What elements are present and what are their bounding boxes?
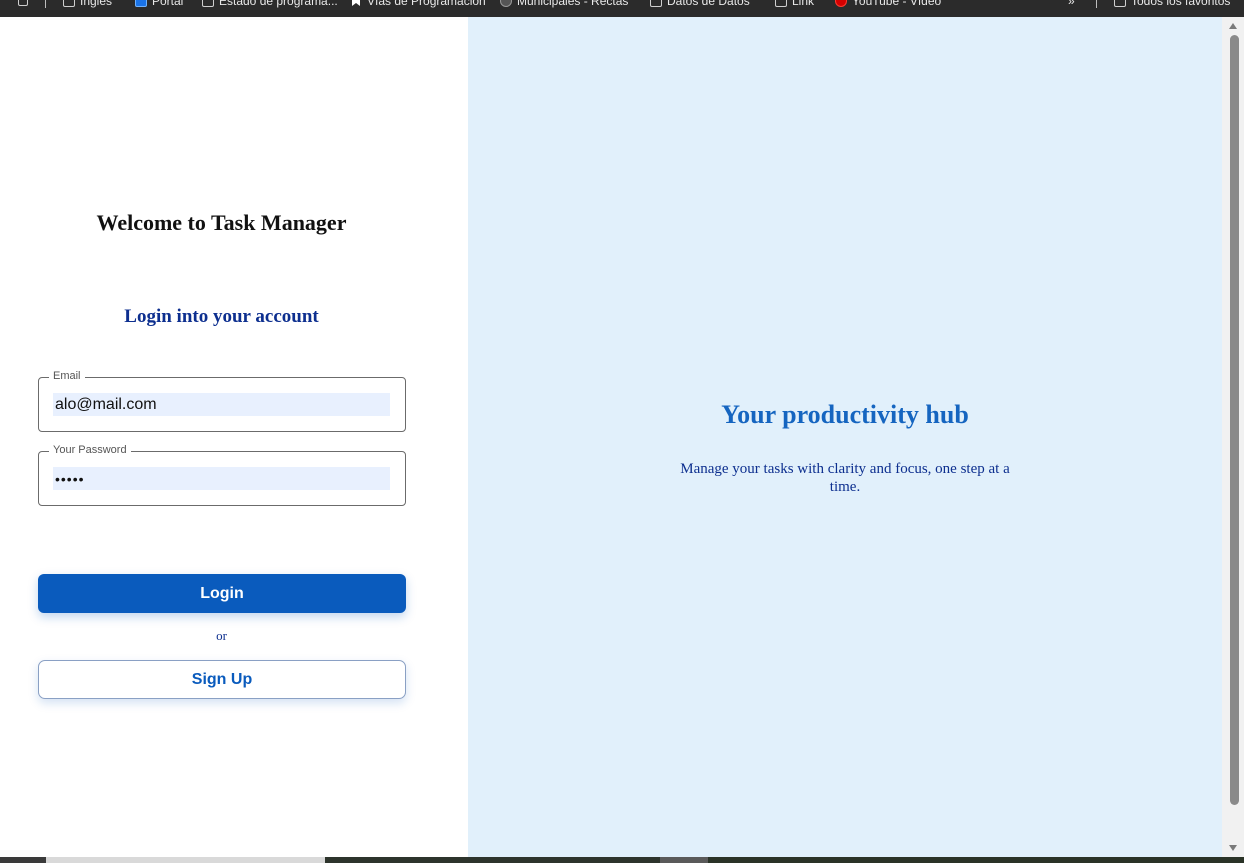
bookmark-label: Datos de Datos (667, 0, 750, 8)
scroll-down-arrow-icon[interactable] (1229, 845, 1237, 851)
email-label: Email (49, 370, 85, 382)
all-bookmarks-button[interactable]: Todos los favoritos (1114, 0, 1230, 9)
folder-icon (202, 0, 214, 7)
bookmark-icon (350, 0, 362, 7)
bookmark-item[interactable]: Inglés (63, 0, 112, 9)
folder-icon (775, 0, 787, 7)
globe-icon (500, 0, 512, 7)
scroll-up-arrow-icon[interactable] (1229, 23, 1237, 29)
email-field[interactable]: Email alo@mail.com (38, 370, 406, 432)
folder-icon (1114, 0, 1126, 7)
password-input[interactable]: ••••• (53, 467, 390, 490)
sign-up-button[interactable]: Sign Up (38, 660, 406, 699)
hero-title: Your productivity hub (721, 400, 969, 429)
hero-panel: Your productivity hub Manage your tasks … (468, 17, 1222, 857)
bookmark-item[interactable]: Vías de Programación (350, 0, 486, 9)
login-button[interactable]: Login (38, 574, 406, 613)
page-title: Welcome to Task Manager (96, 210, 347, 235)
password-field[interactable]: Your Password ••••• (38, 444, 406, 506)
vertical-scrollbar[interactable] (1222, 17, 1244, 857)
folder-icon (650, 0, 662, 7)
bookmark-item[interactable]: YouTube - Vídeo (835, 0, 941, 9)
bookmark-label: Inglés (80, 0, 113, 8)
taskbar-edge (0, 857, 1244, 863)
apps-grid-icon[interactable] (18, 0, 28, 9)
bookmarks-bar: Inglés Portal Estado de programa... Vías… (0, 0, 1244, 17)
hero-description: Manage your tasks with clarity and focus… (680, 461, 1010, 495)
bookmark-label: Municipales - Rectas (517, 0, 629, 8)
bookmark-item[interactable]: Link (775, 0, 814, 9)
scrollbar-thumb[interactable] (1230, 35, 1239, 805)
email-input[interactable]: alo@mail.com (53, 393, 390, 416)
bookmark-label: YouTube - Vídeo (852, 0, 942, 8)
or-divider-text: or (216, 628, 227, 643)
all-bookmarks-label: Todos los favoritos (1131, 0, 1231, 8)
bookmark-label: Estado de programa... (219, 0, 338, 8)
login-panel: Welcome to Task Manager Login into your … (0, 17, 468, 857)
bookmarks-overflow-button[interactable]: » (1068, 0, 1075, 9)
youtube-icon (835, 0, 847, 7)
portal-icon (135, 0, 147, 7)
password-label: Your Password (49, 444, 131, 456)
bookmark-label: Vías de Programación (367, 0, 486, 8)
bookmark-item[interactable]: Municipales - Rectas (500, 0, 628, 9)
bookmark-item[interactable]: Estado de programa... (202, 0, 338, 9)
login-subtitle: Login into your account (124, 306, 319, 327)
bookmark-item[interactable]: Portal (135, 0, 183, 9)
folder-icon (63, 0, 75, 7)
bookmarks-separator (1096, 0, 1097, 8)
bookmarks-separator (45, 0, 46, 8)
chevron-double-right-icon: » (1068, 0, 1075, 8)
bookmark-label: Link (792, 0, 815, 8)
bookmark-label: Portal (152, 0, 184, 8)
bookmark-item[interactable]: Datos de Datos (650, 0, 750, 9)
